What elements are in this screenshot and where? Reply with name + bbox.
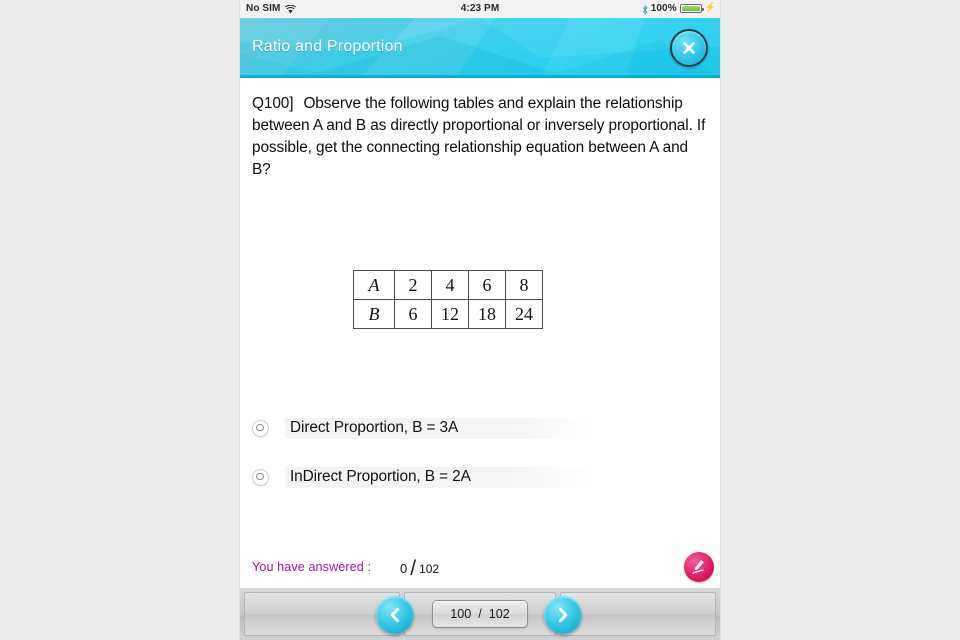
answered-counter: 0 / 102 — [400, 555, 440, 580]
viewport-right-edge — [720, 0, 721, 640]
bottom-navigation-bar: 100 / 102 — [240, 589, 720, 640]
battery-percent-label: 100% — [650, 3, 677, 14]
table-cell: 6 — [394, 299, 432, 329]
answer-option-0[interactable]: Direct Proportion, B = 3A — [252, 415, 612, 441]
table-cell: 8 — [505, 270, 543, 300]
row-label: B — [353, 299, 395, 329]
question-content: Q100] Observe the following tables and ex… — [240, 78, 720, 548]
chevron-right-icon[interactable] — [544, 596, 582, 634]
page-separator: / — [478, 607, 482, 621]
device-viewport: No SIM 4:23 PM 100% ⚡ Ratio and Proporti… — [240, 0, 720, 640]
table-cell: 6 — [468, 270, 506, 300]
row-label: A — [353, 270, 395, 300]
status-bar-right: 100% ⚡ — [642, 2, 716, 15]
answered-total: 102 — [419, 562, 440, 576]
nav-plate-right — [560, 592, 716, 636]
answer-option-1[interactable]: InDirect Proportion, B = 2A — [252, 464, 612, 490]
status-bar: No SIM 4:23 PM 100% ⚡ — [240, 0, 720, 18]
bluetooth-icon — [642, 5, 648, 15]
radio-button-icon[interactable] — [252, 419, 269, 437]
answered-label: You have answered : — [252, 560, 372, 574]
app-screen: No SIM 4:23 PM 100% ⚡ Ratio and Proporti… — [0, 0, 960, 640]
battery-icon — [679, 4, 704, 13]
proportion-table: A 2 4 6 8 B 6 12 18 24 — [353, 270, 543, 329]
table-cell: 18 — [468, 299, 506, 329]
page-indicator[interactable]: 100 / 102 — [432, 600, 528, 628]
answered-status-bar: You have answered : 0 / 102 — [240, 548, 720, 589]
table-row: B 6 12 18 24 — [353, 299, 543, 329]
close-icon[interactable] — [670, 29, 708, 67]
table-cell: 24 — [505, 299, 543, 329]
question-text: Q100] Observe the following tables and ex… — [252, 93, 710, 181]
answered-separator: / — [410, 557, 417, 580]
charging-bolt-icon: ⚡ — [704, 2, 716, 12]
pen-icon[interactable] — [684, 552, 714, 582]
chevron-left-icon[interactable] — [376, 596, 414, 634]
page-title: Ratio and Proportion — [252, 38, 403, 55]
table-cell: 2 — [394, 270, 432, 300]
answer-option-label: Direct Proportion, B = 3A — [290, 419, 459, 436]
question-number: Q100] — [252, 95, 294, 112]
table-row: A 2 4 6 8 — [353, 270, 543, 300]
radio-button-icon[interactable] — [252, 468, 269, 486]
page-current: 100 — [450, 607, 472, 621]
page-total: 102 — [488, 607, 510, 621]
table-cell: 12 — [431, 299, 469, 329]
answer-option-label: InDirect Proportion, B = 2A — [290, 468, 471, 485]
app-header: Ratio and Proportion — [240, 18, 720, 78]
question-body: Observe the following tables and explain… — [252, 95, 706, 178]
table-cell: 4 — [431, 270, 469, 300]
answered-count: 0 — [400, 561, 408, 576]
